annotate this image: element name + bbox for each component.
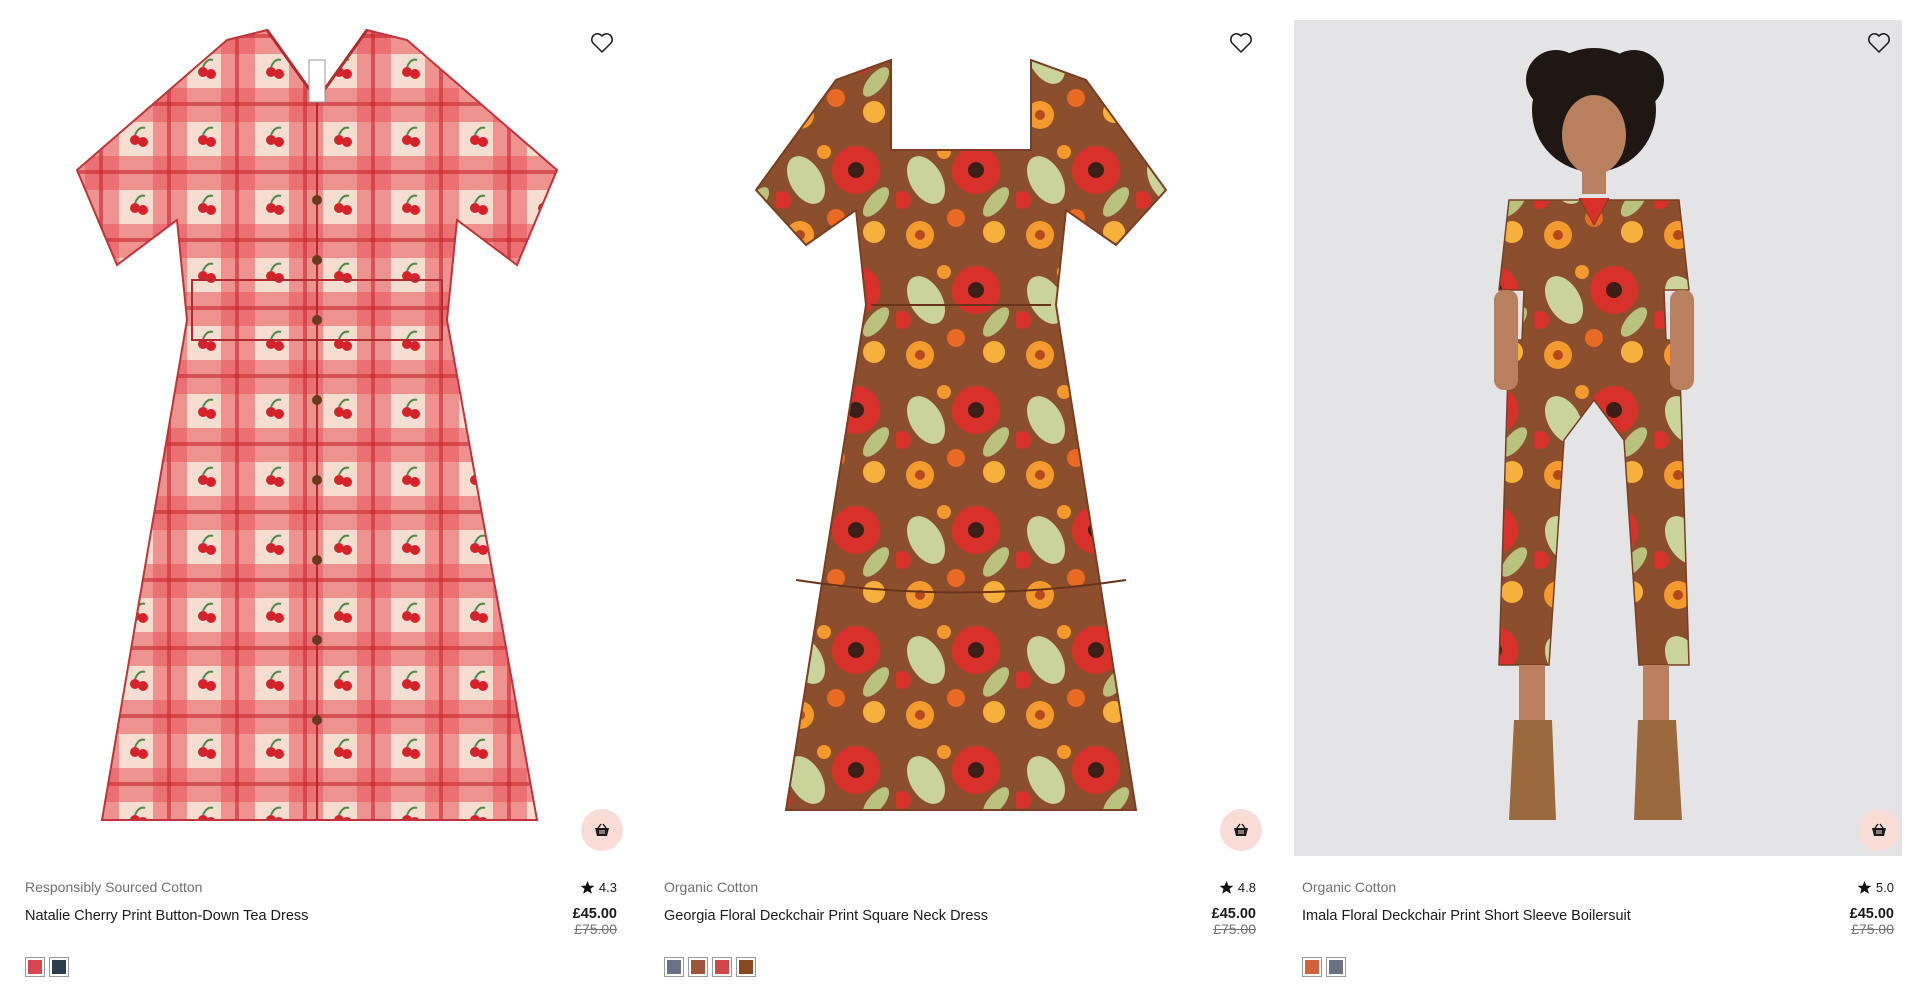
original-price: £75.00: [574, 921, 617, 937]
add-to-bag-button[interactable]: [1220, 809, 1262, 851]
product-image[interactable]: [1294, 20, 1902, 856]
heart-outline-icon: [1230, 33, 1252, 53]
basket-icon: [1234, 823, 1248, 836]
product-rating: 4.3: [580, 880, 617, 895]
colour-swatches: [25, 957, 617, 977]
product-tag: Organic Cotton: [1302, 879, 1397, 895]
model-illustration: [1494, 48, 1694, 820]
sale-price: £45.00: [1849, 906, 1894, 922]
original-price: £75.00: [1851, 921, 1894, 937]
product-tag: Responsibly Sourced Cotton: [25, 879, 203, 895]
colour-swatches: [1302, 957, 1894, 977]
heart-outline-icon: [591, 33, 613, 53]
product-name[interactable]: Georgia Floral Deckchair Print Square Ne…: [664, 907, 988, 925]
product-info: Responsibly Sourced Cotton 4.3 Natalie C…: [17, 878, 625, 977]
wishlist-button[interactable]: [587, 28, 617, 58]
product-card[interactable]: Responsibly Sourced Cotton 4.3 Natalie C…: [17, 20, 625, 980]
product-rating: 5.0: [1857, 880, 1894, 895]
product-image[interactable]: [17, 20, 625, 856]
price-block: £45.00 £75.00: [1850, 907, 1894, 937]
sale-price: £45.00: [1211, 906, 1256, 922]
product-name[interactable]: Imala Floral Deckchair Print Short Sleev…: [1302, 907, 1631, 925]
colour-swatch[interactable]: [25, 957, 45, 977]
product-card[interactable]: Organic Cotton 5.0 Imala Floral Deckchai…: [1294, 20, 1902, 980]
colour-swatch[interactable]: [736, 957, 756, 977]
product-card[interactable]: Organic Cotton 4.8 Georgia Floral Deckch…: [656, 20, 1264, 980]
colour-swatches: [664, 957, 1256, 977]
star-icon: [1857, 880, 1872, 894]
rating-value: 4.3: [598, 879, 617, 895]
product-name[interactable]: Natalie Cherry Print Button-Down Tea Dre…: [25, 907, 308, 925]
dress-illustration: [754, 58, 1168, 811]
price-block: £45.00 £75.00: [573, 907, 617, 937]
heart-outline-icon: [1868, 33, 1890, 53]
product-image[interactable]: [656, 20, 1264, 856]
basket-icon: [1872, 823, 1886, 836]
basket-icon: [595, 823, 609, 836]
rating-value: 4.8: [1237, 879, 1256, 895]
colour-swatch[interactable]: [49, 957, 69, 977]
dress-illustration: [75, 28, 559, 821]
star-icon: [1219, 880, 1234, 894]
wishlist-button[interactable]: [1226, 28, 1256, 58]
colour-swatch[interactable]: [712, 957, 732, 977]
product-tag: Organic Cotton: [664, 879, 759, 895]
add-to-bag-button[interactable]: [581, 809, 623, 851]
rating-value: 5.0: [1875, 879, 1894, 895]
colour-swatch[interactable]: [664, 957, 684, 977]
colour-swatch[interactable]: [1302, 957, 1322, 977]
sale-price: £45.00: [572, 906, 617, 922]
product-rating: 4.8: [1219, 880, 1256, 895]
product-info: Organic Cotton 4.8 Georgia Floral Deckch…: [656, 878, 1264, 977]
product-grid: Responsibly Sourced Cotton 4.3 Natalie C…: [0, 0, 1908, 998]
add-to-bag-button[interactable]: [1858, 809, 1900, 851]
wishlist-button[interactable]: [1864, 28, 1894, 58]
star-icon: [580, 880, 595, 894]
product-info: Organic Cotton 5.0 Imala Floral Deckchai…: [1294, 878, 1902, 977]
original-price: £75.00: [1213, 921, 1256, 937]
colour-swatch[interactable]: [688, 957, 708, 977]
price-block: £45.00 £75.00: [1212, 907, 1256, 937]
colour-swatch[interactable]: [1326, 957, 1346, 977]
